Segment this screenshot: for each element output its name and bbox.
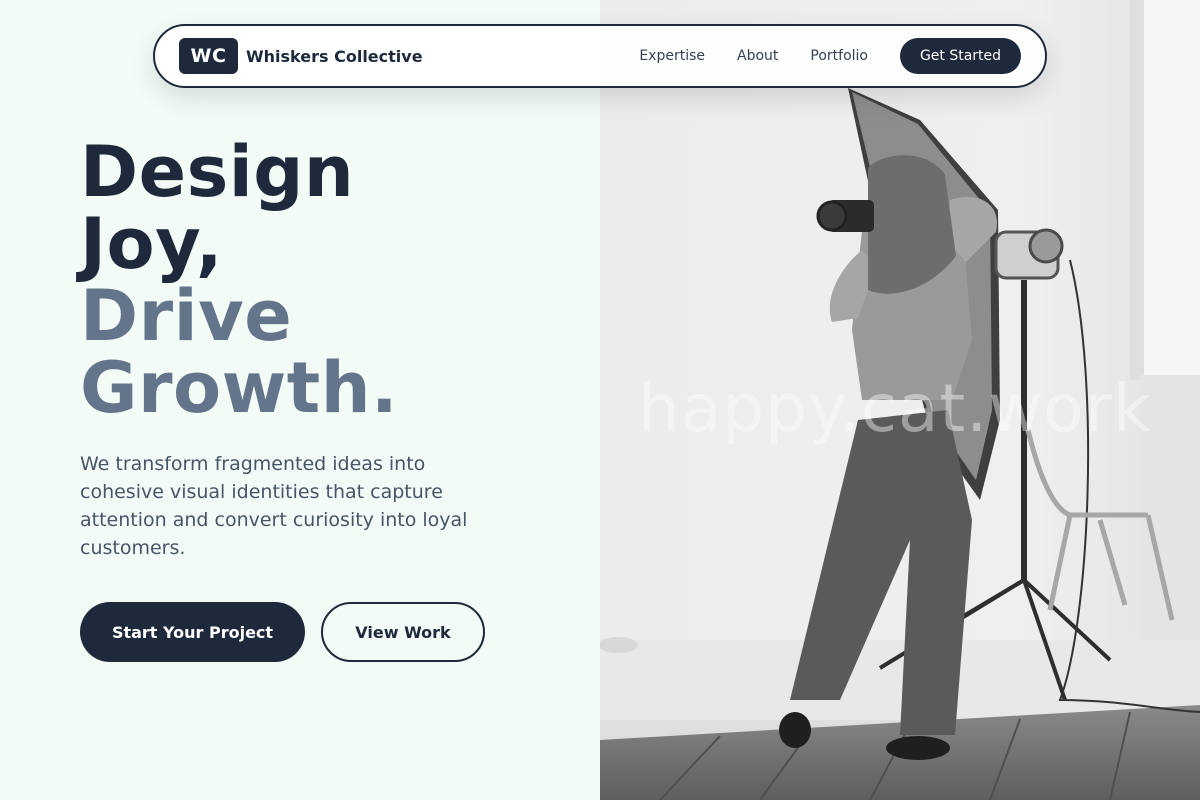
headline-line-1: Design	[80, 131, 355, 213]
hero-image: happy.cat.work	[600, 0, 1200, 800]
logo[interactable]: WC	[179, 38, 238, 74]
headline-line-2: Joy,	[80, 203, 223, 285]
hero-left-panel: Design Joy, Drive Growth. We transform f…	[0, 0, 600, 800]
nav-link-portfolio[interactable]: Portfolio	[810, 48, 868, 64]
nav-links: Expertise About Portfolio Get Started	[639, 38, 1021, 74]
hero-description: We transform fragmented ideas into cohes…	[80, 453, 468, 559]
nav-link-about[interactable]: About	[737, 48, 778, 64]
hero-headline: Design Joy, Drive Growth.	[80, 136, 398, 424]
watermark-text: happy.cat.work	[638, 370, 1152, 447]
get-started-button[interactable]: Get Started	[900, 38, 1021, 74]
headline-line-3: Drive	[80, 275, 293, 357]
nav-link-expertise[interactable]: Expertise	[639, 48, 705, 64]
brand-name[interactable]: Whiskers Collective	[246, 47, 423, 66]
top-nav: WC Whiskers Collective Expertise About P…	[153, 24, 1047, 88]
page: Design Joy, Drive Growth. We transform f…	[0, 0, 1200, 800]
view-work-button[interactable]: View Work	[321, 602, 485, 662]
headline-line-4: Growth.	[80, 347, 399, 429]
start-project-button[interactable]: Start Your Project	[80, 602, 305, 662]
